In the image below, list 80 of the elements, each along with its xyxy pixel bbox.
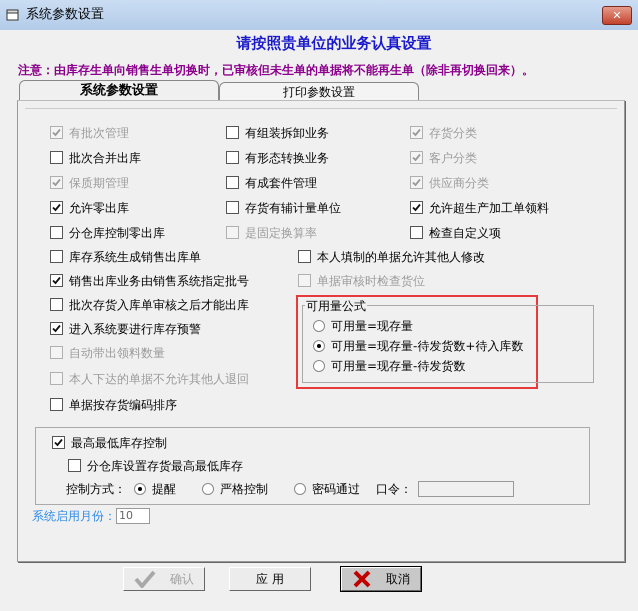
option-label: 单据按存货编码排序: [69, 396, 177, 414]
option-label: 进入系统要进行库存预警: [69, 320, 201, 338]
notice-text: 注意：由库存生单向销售生单切换时，已审核但未生单的单据将不能再生单（除非再切换回来）。: [18, 62, 535, 78]
check-icon: [412, 153, 421, 162]
password-field[interactable]: [418, 480, 514, 496]
option-label: 允许超生产加工单领料: [429, 200, 549, 216]
method-label: 控制方式：: [66, 480, 126, 498]
check-icon: [134, 570, 156, 588]
option-label: 密码通过: [312, 480, 360, 498]
checkbox[interactable]: [50, 226, 63, 239]
option-label: 有形态转换业务: [245, 150, 329, 166]
apply-button[interactable]: 应 用: [229, 566, 311, 590]
page-heading: 请按照贵单位的业务认真设置: [236, 33, 432, 54]
window-icon: [6, 8, 20, 22]
option-label: 存货分类: [429, 124, 477, 142]
check-icon: [412, 178, 421, 187]
radio-button[interactable]: [202, 482, 214, 494]
option-label: 有批次管理: [69, 124, 129, 142]
tab[interactable]: 打印参数设置: [219, 82, 419, 100]
option-label: 单据审核时检查货位: [317, 272, 425, 290]
option-label: 提醒: [152, 480, 176, 498]
option-label: 有成套件管理: [245, 174, 317, 192]
option-label: 可用量=现存量-待发货数+待入库数: [331, 338, 524, 354]
option-label: 允许零出库: [69, 200, 129, 216]
checkbox[interactable]: [50, 201, 63, 214]
checkbox[interactable]: [410, 201, 423, 214]
option-label: 是固定换算率: [245, 224, 317, 242]
option-label: 本人下达的单据不允许其他人退回: [69, 370, 249, 388]
radio-button[interactable]: [294, 482, 306, 494]
radio-button[interactable]: [134, 482, 146, 494]
radio-button[interactable]: [313, 340, 325, 352]
checkbox[interactable]: [226, 126, 239, 139]
checkbox[interactable]: [50, 398, 63, 411]
cross-icon: [352, 570, 372, 588]
option-label: 批次合并出库: [69, 150, 141, 166]
option-label: 自动带出领料数量: [69, 344, 165, 362]
checkbox[interactable]: [50, 250, 63, 263]
password-label: 口令：: [376, 480, 412, 498]
radio-button[interactable]: [313, 320, 325, 332]
checkbox[interactable]: [410, 226, 423, 239]
option-label: 最高最低库存控制: [71, 434, 167, 452]
option-label: 保质期管理: [69, 174, 129, 192]
check-icon: [52, 276, 61, 285]
checkbox[interactable]: [50, 151, 63, 164]
check-icon: [412, 203, 421, 212]
check-icon: [52, 128, 61, 137]
checkbox[interactable]: [226, 201, 239, 214]
check-icon: [54, 438, 63, 447]
option-label: 存货有辅计量单位: [245, 200, 341, 216]
checkbox[interactable]: [50, 298, 63, 311]
option-label: 可用量=现存量-待发货数: [331, 358, 466, 374]
option-label: 批次存货入库单审核之后才能出库: [69, 296, 249, 314]
start-month-field[interactable]: 10: [116, 508, 150, 524]
option-label: 供应商分类: [429, 174, 489, 192]
option-label: 有组装拆卸业务: [245, 124, 329, 142]
checkbox[interactable]: [52, 436, 65, 449]
option-label: 分仓库控制零出库: [69, 224, 165, 242]
option-label: 客户分类: [429, 150, 477, 166]
option-label: 严格控制: [220, 480, 268, 498]
tab[interactable]: 系统参数设置: [19, 80, 219, 100]
check-icon: [52, 203, 61, 212]
window-title: 系统参数设置: [26, 6, 104, 24]
radio-button[interactable]: [313, 360, 325, 372]
checkbox[interactable]: [68, 459, 81, 472]
option-label: 库存系统生成销售出库单: [69, 248, 201, 266]
option-label: 可用量=现存量: [331, 318, 414, 334]
checkbox[interactable]: [50, 322, 63, 335]
option-label: 分仓库设置存货最高最低库存: [87, 458, 243, 474]
cancel-button[interactable]: 取消: [341, 566, 421, 590]
start-month-label: 系统启用月份：: [32, 508, 116, 524]
check-icon: [52, 324, 61, 333]
option-label: 检查自定义项: [429, 224, 501, 242]
checkbox[interactable]: [298, 250, 311, 263]
checkbox[interactable]: [226, 151, 239, 164]
checkbox[interactable]: [50, 274, 63, 287]
check-icon: [412, 128, 421, 137]
checkbox[interactable]: [226, 176, 239, 189]
option-label: 销售出库业务由销售系统指定批号: [69, 272, 249, 290]
check-icon: [52, 178, 61, 187]
option-label: 本人填制的单据允许其他人修改: [317, 248, 485, 266]
